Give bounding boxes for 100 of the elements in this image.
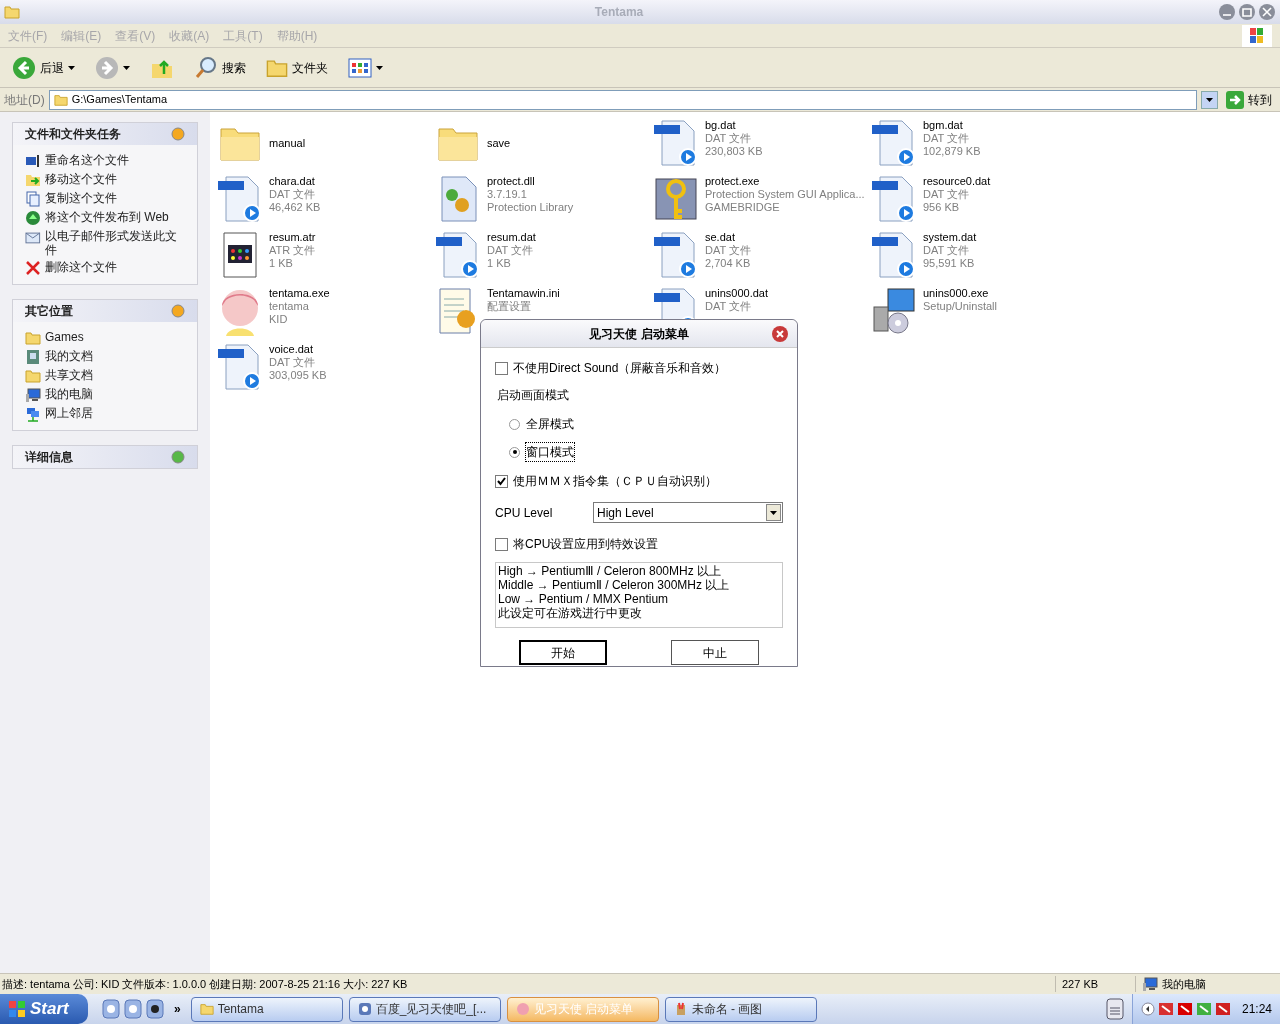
toolbar-button[interactable]: 文件夹 <box>262 56 332 79</box>
file-item[interactable]: resum.atr ATR 文件 1 KB <box>215 227 433 283</box>
task-link[interactable]: 删除这个文件 <box>45 260 117 274</box>
checkbox-label: 不使用Direct Sound（屏蔽音乐和音效） <box>513 360 727 377</box>
key-icon <box>654 175 698 223</box>
avatar-icon <box>515 1002 530 1016</box>
close-icon[interactable] <box>771 324 789 343</box>
documents-icon <box>25 349 41 365</box>
clock: 21:24 <box>1241 1001 1272 1018</box>
arrow-right-icon <box>1226 90 1244 109</box>
delete-icon <box>25 260 41 276</box>
radio-button[interactable] <box>509 446 520 458</box>
info-line: 此设定可在游戏进行中更改 <box>498 606 643 620</box>
network-icon <box>25 406 41 422</box>
toolbar-button[interactable]: 搜索 <box>190 55 250 80</box>
caret-icon <box>770 510 777 515</box>
info-line: Low → Pentium / MMX Pentium <box>498 592 670 606</box>
copy-icon <box>25 191 41 207</box>
status-description: 描述: tentama 公司: KID 文件版本: 1.0.0.0 创建日期: 2007-8-25 21:16 大小: 227 KB <box>1 976 409 992</box>
installer-icon <box>870 287 918 335</box>
task-link[interactable]: 共享文档 <box>45 368 93 382</box>
file-item[interactable]: se.dat DAT 文件 2,704 KB <box>651 227 869 283</box>
folder-icon <box>25 368 41 384</box>
task-link[interactable]: 将这个文件发布到 Web <box>45 210 169 224</box>
file-item[interactable]: chara.dat DAT 文件 46,462 KB <box>215 171 433 227</box>
radio-button[interactable] <box>509 418 520 430</box>
keyboard-icon[interactable] <box>1105 998 1124 1020</box>
more-button[interactable]: » <box>174 1000 181 1018</box>
task-link[interactable]: 以电子邮件形式发送此文件 <box>44 229 185 257</box>
checkbox-label: 使用ＭＭＸ指令集（ＣＰＵ自动识别） <box>513 473 717 490</box>
file-item[interactable]: resource0.dat DAT 文件 956 KB <box>869 171 1087 227</box>
tray-app-icon[interactable] <box>1157 1001 1174 1017</box>
file-item[interactable]: bg.dat DAT 文件 230,803 KB <box>651 115 869 171</box>
folder-icon <box>53 92 68 107</box>
chevron-left-icon[interactable] <box>1140 1002 1155 1016</box>
computer-icon <box>25 387 41 403</box>
computer-icon <box>1142 976 1158 992</box>
search-icon <box>194 55 218 80</box>
file-item[interactable]: tentama.exe tentama KID <box>215 283 433 339</box>
caret-icon <box>68 65 75 70</box>
status-location: 我的电脑 <box>1162 976 1206 992</box>
file-item[interactable]: save <box>433 115 651 171</box>
file-item[interactable]: unins000.exe Setup/Uninstall <box>869 283 1087 339</box>
task-link[interactable]: 复制这个文件 <box>45 191 117 205</box>
cpu-level-label: CPU Level <box>495 504 554 522</box>
info-line: Middle → PentiumⅡ / Celeron 300MHz 以上 <box>498 578 731 592</box>
windows-logo-icon <box>1242 24 1272 47</box>
checkbox-label: 将CPU设置应用到特效设置 <box>513 536 659 553</box>
folder-icon <box>25 330 41 346</box>
checkbox[interactable] <box>495 361 508 375</box>
folder-icon <box>199 1002 214 1016</box>
caret-icon <box>376 65 383 70</box>
go-button[interactable]: 转到 <box>1222 90 1276 109</box>
radio-label: 窗口模式 <box>525 442 575 462</box>
checkbox[interactable] <box>495 474 508 488</box>
windows-logo-icon <box>8 1000 26 1018</box>
caret-icon <box>123 65 130 70</box>
file-item[interactable]: protect.dll 3.7.19.1 Protection Library <box>433 171 651 227</box>
caret-icon <box>1206 97 1213 102</box>
info-line: High → PentiumⅢ / Celeron 800MHz 以上 <box>498 564 723 578</box>
file-item[interactable]: resum.dat DAT 文件 1 KB <box>433 227 651 283</box>
minimize-icon[interactable] <box>1218 3 1236 21</box>
task-link[interactable]: 重命名这个文件 <box>45 153 129 167</box>
folder-icon <box>4 4 20 20</box>
task-link[interactable]: Games <box>45 330 84 344</box>
start-button[interactable]: Start <box>0 994 88 1024</box>
section-label: 启动画面模式 <box>497 387 570 404</box>
restore-icon[interactable] <box>1238 3 1256 21</box>
task-link[interactable]: 我的文档 <box>45 349 93 363</box>
toolbar-button[interactable]: 后退 <box>8 55 79 80</box>
radio-label: 全屏模式 <box>525 416 575 433</box>
tray-app-icon[interactable] <box>1214 1001 1231 1017</box>
task-link[interactable]: 移动这个文件 <box>45 172 117 186</box>
file-item[interactable]: protect.exe Protection System GUI Applica... GAMEBRIDGE <box>651 171 869 227</box>
views-grid-icon <box>348 57 372 78</box>
taskbar-button[interactable]: 百度_见习天使吧_[... <box>348 996 501 1022</box>
status-size: 227 KB <box>1055 975 1135 993</box>
file-item[interactable]: system.dat DAT 文件 95,591 KB <box>869 227 1087 283</box>
dropdown-button[interactable] <box>1201 90 1218 109</box>
move-folder-icon <box>25 172 41 188</box>
address-label: 地址(D) <box>4 91 45 109</box>
rename-icon <box>25 153 41 169</box>
file-item[interactable]: manual <box>215 115 433 171</box>
address-field[interactable]: G:\Games\Tentama <box>48 89 1197 110</box>
task-link[interactable]: 网上邻居 <box>45 406 93 420</box>
mail-icon <box>25 229 41 245</box>
taskbar-button[interactable]: 未命名 - 画图 <box>664 996 817 1022</box>
file-item[interactable]: voice.dat DAT 文件 303,095 KB <box>215 339 433 395</box>
file-item[interactable]: bgm.dat DAT 文件 102,879 KB <box>869 115 1087 171</box>
tray-app-icon[interactable] <box>1195 1001 1212 1017</box>
checkbox[interactable] <box>495 537 508 551</box>
taskbar-button[interactable]: Tentama <box>190 996 343 1022</box>
dialog-button[interactable]: 中止 <box>671 640 759 665</box>
dialog-button[interactable]: 开始 <box>519 640 607 665</box>
dialog-title: 见习天使 启动菜单 <box>589 325 689 343</box>
tray-app-icon[interactable] <box>1176 1001 1193 1017</box>
window-title: Tentama <box>593 4 645 21</box>
task-link[interactable]: 我的电脑 <box>45 387 93 401</box>
cpu-level-select[interactable]: High Level <box>593 502 783 523</box>
close-icon[interactable] <box>1258 3 1276 21</box>
